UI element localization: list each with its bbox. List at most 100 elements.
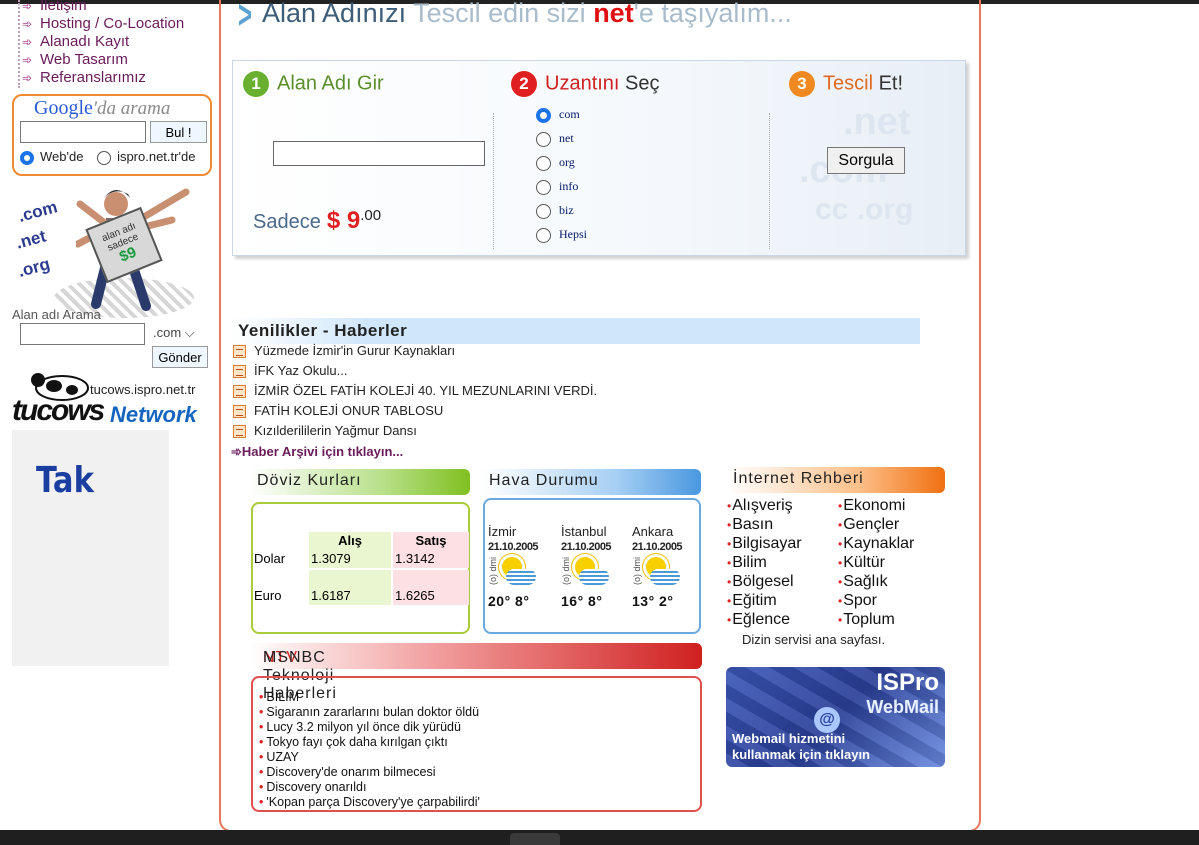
tld-option-org[interactable]: org [536,155,587,179]
google-search-scope: Web'de ispro.net.tr'de [20,149,195,165]
radio-site-label: ispro.net.tr'de [117,149,196,164]
tld-option-biz[interactable]: biz [536,203,587,227]
directory-link-label: Eğitim [732,592,777,609]
webmail-line2: kullanmak için tıklayın [732,747,870,762]
tech-news-item[interactable]: • Tokyo fayı çok daha kırılgan çıktı [259,735,480,750]
tld-option-com[interactable]: com [536,107,587,131]
currency-sell: 1.3142 [393,550,469,568]
weather-city[interactable]: İstanbul 21.10.2005 (o) dmi 16° 8° [561,524,623,609]
directory-home-link[interactable]: Dizin servisi ana sayfası. [742,632,885,647]
directory-link[interactable]: •Kültür [838,554,885,572]
tech-news-item[interactable]: • 'Kopan parça Discovery'ye çarpabilirdi' [259,795,480,810]
radio-web[interactable] [20,150,34,165]
news-item[interactable]: Yüzmede İzmir'in Gurur Kaynakları [233,343,597,363]
currency-spacer [309,570,391,588]
weather-city[interactable]: İzmir 21.10.2005 (o) dmi 20° 8° [488,524,550,609]
tld-radio[interactable] [536,179,551,195]
directory-link[interactable]: •Gençler [838,516,899,534]
news-item[interactable]: İZMİR ÖZEL FATİH KOLEJİ 40. YIL MEZUNLAR… [233,383,597,403]
tech-news-label: UZAY [266,750,299,764]
tech-news-label: 'Kopan parça Discovery'ye çarpabilirdi' [266,795,480,809]
step-3-label-bold: Et! [873,72,904,95]
nav-item-iletisim[interactable]: ➾ İletişim [22,0,217,15]
slogan-net: net [593,0,634,28]
currency-col-buy: Alış [309,532,391,550]
arrow-icon: ➾ [231,444,242,459]
directory-link[interactable]: •Bilgisayar [727,535,802,553]
chevron-down-icon: ⌵ [184,325,195,340]
tld-label: com [559,107,580,121]
left-nav: ➾ İletişim ➾ Hosting / Co-Location ➾ Alanad… [22,0,217,87]
domain-promo-banner[interactable]: .com .net .org alan adı sadece $9 [14,178,212,323]
tucows-banner[interactable]: tucows.ispro.net.tr tucows Network [12,368,212,428]
currency-spacer [393,570,469,588]
watermark-org: cc .org [815,193,914,226]
tech-news-item[interactable]: • BİLİM [259,690,480,705]
step-2-label: Uzantını [545,72,620,95]
tld-radio[interactable] [536,203,551,219]
tech-news-item[interactable]: • Discovery onarıldı [259,780,480,795]
tld-option-net[interactable]: net [536,131,587,155]
news-item[interactable]: İFK Yaz Okulu... [233,363,597,383]
news-archive-link[interactable]: ➾Haber Arşivi için tıklayın... [231,444,403,460]
domain-search-button[interactable]: Gönder [152,346,208,368]
webmail-banner[interactable]: ISPro WebMail @ Webmail hizmetini kullan… [726,667,945,767]
directory-link[interactable]: •Bölgesel [727,573,794,591]
google-search-button[interactable]: Bul ! [150,121,207,143]
domain-search-input[interactable] [20,323,145,345]
directory-link[interactable]: •Toplum [838,611,895,629]
directory-link[interactable]: •Basın [727,516,773,534]
directory-link[interactable]: •Eğlence [727,611,790,629]
domain-name-input[interactable] [273,141,485,166]
google-search-input[interactable] [20,121,146,143]
tld-option-hepsi[interactable]: Hepsi [536,227,587,251]
news-icon [233,365,246,379]
directory-link[interactable]: •Sağlık [838,573,888,591]
tld-radio[interactable] [536,131,551,147]
news-item[interactable]: Kızılderililerin Yağmur Dansı [233,423,597,443]
tld-option-info[interactable]: info [536,179,587,203]
step-3-heading: 3 Tescil Et! [789,71,903,97]
directory-link[interactable]: •Ekonomi [838,497,905,515]
domain-ext-value: .com [153,325,182,340]
currency-name: Dolar [254,551,286,566]
bullet-icon: • [838,556,843,570]
domain-ext-select[interactable]: .com ⌵ [153,325,195,341]
tech-news-label: BİLİM [266,690,300,704]
taskbar-tab[interactable] [510,833,560,845]
tech-news-label: Lucy 3.2 milyon yıl önce dik yürüdü [266,720,461,734]
directory-link[interactable]: •Alışveriş [727,497,793,515]
tech-news-list: • BİLİM • Sigaranın zararlarını bulan dokt… [259,690,480,810]
directory-link-label: Bölgesel [732,573,794,590]
tech-news-item[interactable]: • Discovery'de onarım bilmecesi [259,765,480,780]
nav-item-hosting[interactable]: ➾ Hosting / Co-Location [22,15,217,33]
tld-label: Hepsi [559,227,587,241]
nav-item-alanadi-kayit[interactable]: ➾ Alanadı Kayıt [22,33,217,51]
directory-link[interactable]: •Spor [838,592,877,610]
bullet-icon: • [838,575,843,589]
tech-news-item[interactable]: • Sigaranın zararlarını bulan doktor öldü [259,705,480,720]
tld-radio[interactable] [536,227,551,243]
weather-source: (o) dmi [561,557,571,586]
tld-radio[interactable] [536,107,551,123]
nav-item-web-tasarim[interactable]: ➾ Web Tasarım [22,51,217,69]
partly-cloudy-icon: (o) dmi [488,553,550,593]
bullet-icon: • [259,765,264,779]
price-amount: $ 9 [326,207,361,234]
tld-radio[interactable] [536,155,551,171]
nav-item-referanslar[interactable]: ➾ Referanslarımız [22,69,217,87]
webmail-brand: ISPro [876,669,939,696]
directory-link-label: Gençler [843,516,900,533]
directory-link[interactable]: •Kaynaklar [838,535,914,553]
radio-site[interactable] [97,150,112,165]
tech-news-item[interactable]: • UZAY [259,750,480,765]
directory-link[interactable]: •Eğitim [727,592,777,610]
directory-link[interactable]: •Bilim [727,554,767,572]
currency-name: Euro [254,588,282,603]
ad-banner[interactable]: Tak [12,430,169,666]
news-item[interactable]: FATİH KOLEJİ ONUR TABLOSU [233,403,597,423]
query-button[interactable]: Sorgula [827,147,905,174]
tech-news-item[interactable]: • Lucy 3.2 milyon yıl önce dik yürüdü [259,720,480,735]
news-item-title: FATİH KOLEJİ ONUR TABLOSU [254,403,444,418]
weather-city[interactable]: Ankara 21.10.2005 (o) dmi 13° 2° [632,524,694,609]
